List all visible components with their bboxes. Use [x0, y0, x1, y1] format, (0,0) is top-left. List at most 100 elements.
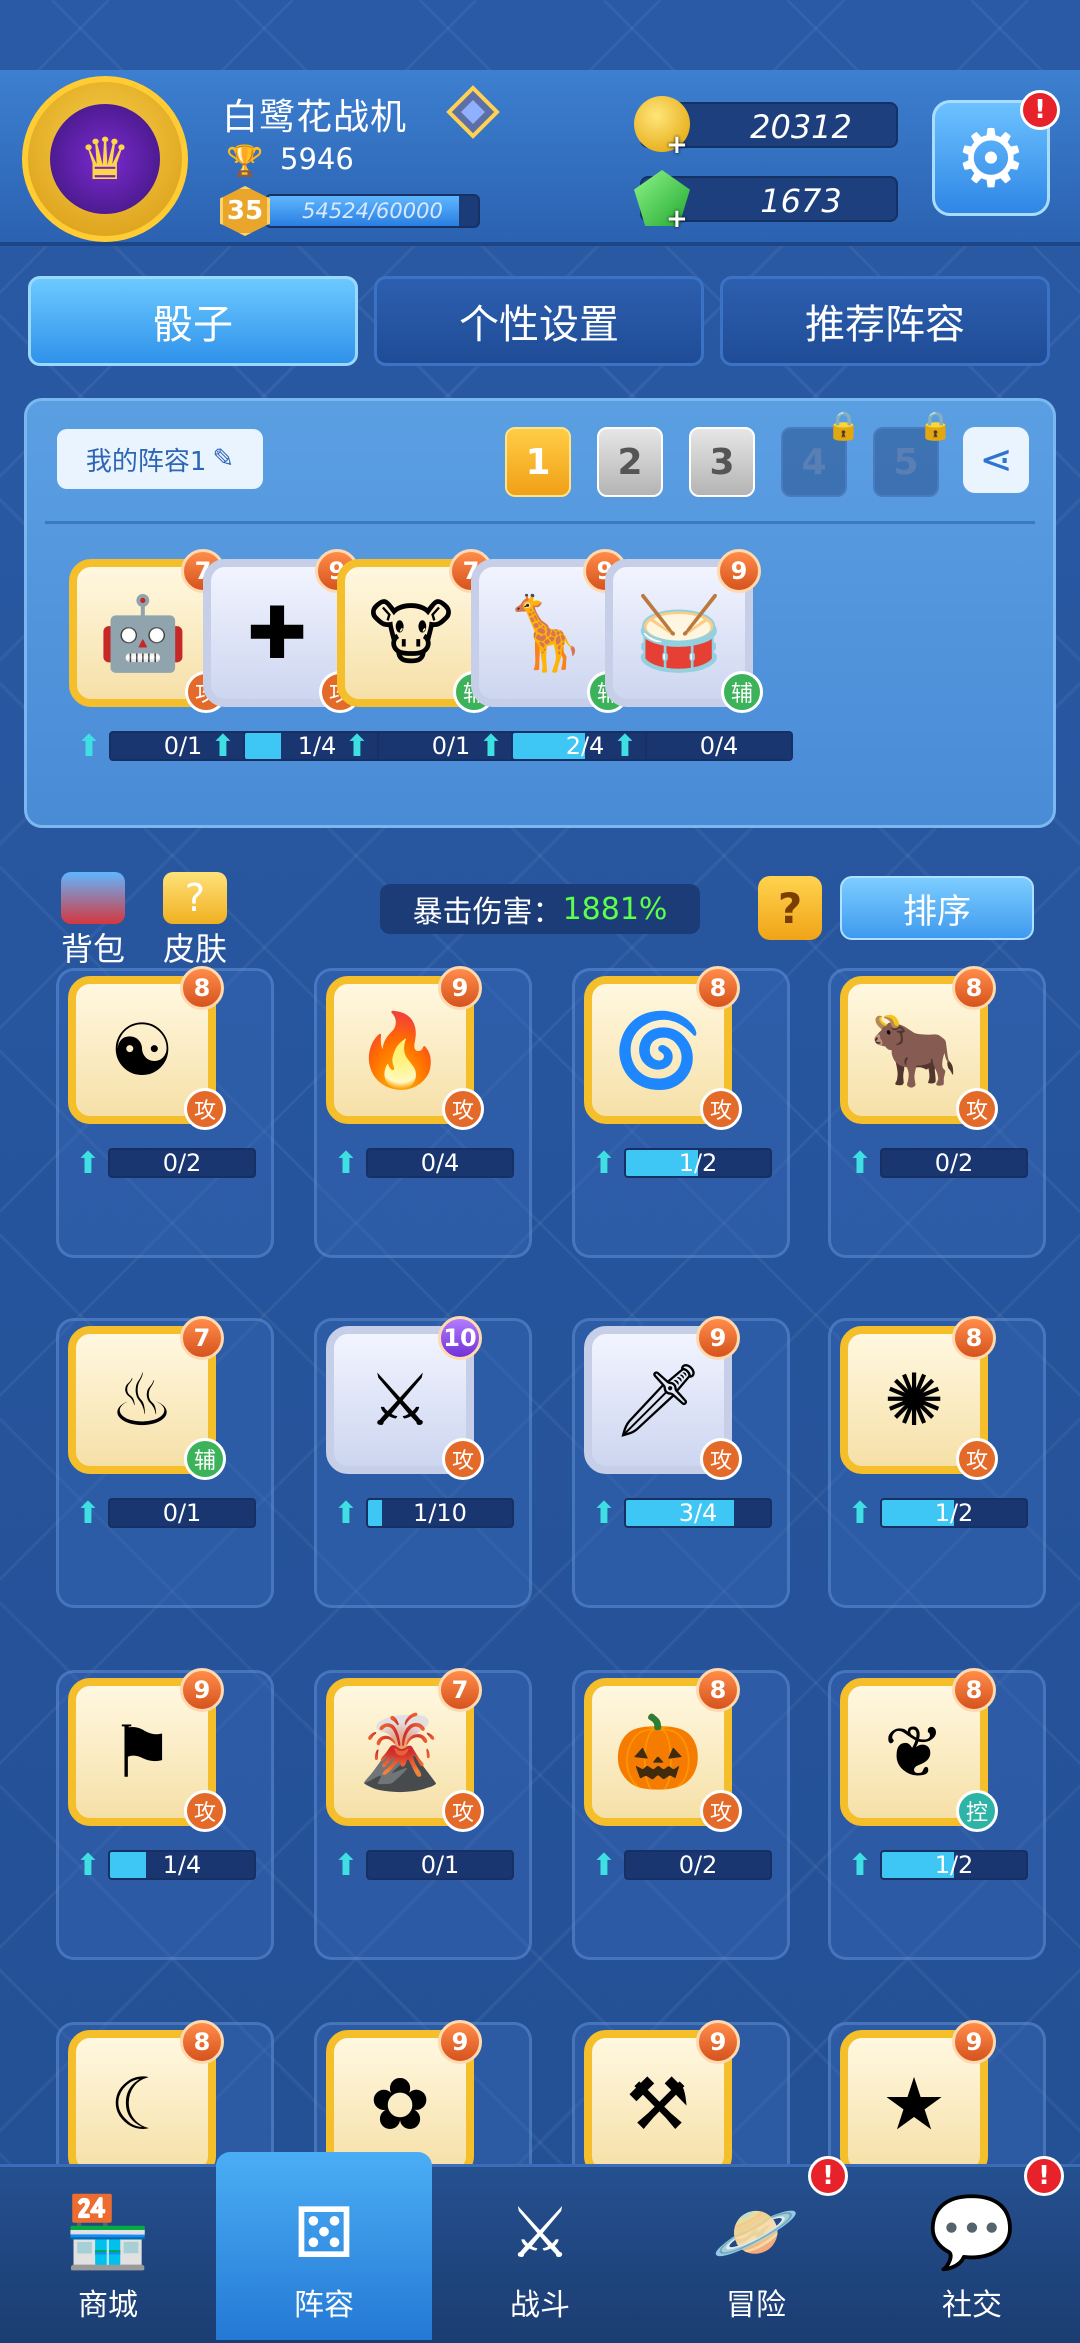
progress-text: 1/2: [934, 1499, 974, 1527]
progress-bar: 0/1: [366, 1850, 514, 1880]
dice-role-badge: 控: [956, 1790, 998, 1832]
dice-level-badge: 8: [952, 966, 996, 1010]
progress-text: 3/4: [678, 1499, 718, 1527]
progress-bar: 0/2: [624, 1850, 772, 1880]
dice-level-badge: 8: [696, 1668, 740, 1712]
upgrade-arrow-icon: ⬆: [591, 1495, 617, 1531]
progress-bar: 0/2: [108, 1148, 256, 1178]
upgrade-arrow-icon: ⬆: [847, 1145, 873, 1181]
dice-level-badge: 10: [438, 1316, 482, 1360]
dice-level-badge: 7: [438, 1668, 482, 1712]
dice-upgrade-progress[interactable]: ⬆ 0/2: [842, 1142, 1028, 1184]
dice-role-badge: 攻: [442, 1438, 484, 1480]
upgrade-arrow-icon: ⬆: [333, 1145, 359, 1181]
progress-text: 1/4: [162, 1851, 202, 1879]
upgrade-arrow-icon: ⬆: [591, 1847, 617, 1883]
crossed-swords-icon: ⚔: [508, 2192, 572, 2274]
progress-text: 1/10: [413, 1499, 467, 1527]
dice-level-badge: 8: [696, 966, 740, 1010]
volcano-icon: 🌋: [355, 1709, 445, 1794]
dice-role-badge: 攻: [442, 1790, 484, 1832]
yin-yang-icon: ☯: [109, 1008, 175, 1092]
altar-icon: ♨: [109, 1358, 175, 1442]
dice-upgrade-progress[interactable]: ⬆ 1/10: [328, 1492, 514, 1534]
dice-upgrade-progress[interactable]: ⬆ 0/2: [70, 1142, 256, 1184]
nav-label: 社交: [942, 2288, 1002, 2323]
thunder-hammer-icon: ⚒: [625, 2062, 691, 2146]
dice-role-badge: 攻: [700, 1088, 742, 1130]
nav-shop[interactable]: 🏪 商城: [0, 2164, 216, 2340]
progress-bar: 0/1: [108, 1498, 256, 1528]
dice-upgrade-progress[interactable]: ⬆ 1/2: [842, 1844, 1028, 1886]
dice-level-badge: 8: [180, 966, 224, 1010]
progress-bar: 1/2: [624, 1148, 772, 1178]
progress-text: 1/2: [934, 1851, 974, 1879]
progress-text: 0/1: [162, 1499, 202, 1527]
dice-role-badge: 攻: [700, 1790, 742, 1832]
dice-collection-grid: ☯ 8 攻 ⬆ 0/2 🔥 9 攻 ⬆ 0/4 🌀 8 攻 ⬆ 1/2 🐂 8 攻 ⬆ 0/2 ♨ 7 辅 ⬆ 0/1 ⚔ 10 攻 ⬆…: [0, 0, 1080, 2164]
dice-level-badge: 9: [952, 2020, 996, 2064]
upgrade-arrow-icon: ⬆: [847, 1495, 873, 1531]
upgrade-arrow-icon: ⬆: [75, 1847, 101, 1883]
progress-bar: 1/4: [108, 1850, 256, 1880]
nav-alert-badge: !: [1024, 2156, 1064, 2196]
dice-role-badge: 攻: [956, 1438, 998, 1480]
dice-upgrade-progress[interactable]: ⬆ 0/1: [328, 1844, 514, 1886]
progress-bar: 0/2: [880, 1148, 1028, 1178]
fire-icon: 🔥: [355, 1007, 445, 1092]
progress-text: 0/4: [420, 1149, 460, 1177]
dice-role-badge: 攻: [442, 1088, 484, 1130]
progress-bar: 1/10: [366, 1498, 514, 1528]
upgrade-arrow-icon: ⬆: [333, 1847, 359, 1883]
nav-dice[interactable]: ⚄ 阵容: [216, 2152, 432, 2340]
shop-icon: 🏪: [64, 2191, 152, 2273]
upgrade-arrow-icon: ⬆: [75, 1145, 101, 1181]
dice-level-badge: 9: [696, 2020, 740, 2064]
ice-sword-icon: 🗡: [612, 1357, 704, 1442]
dice-upgrade-progress[interactable]: ⬆ 3/4: [586, 1492, 772, 1534]
upgrade-arrow-icon: ⬆: [847, 1847, 873, 1883]
progress-text: 0/1: [420, 1851, 460, 1879]
dice-role-badge: 攻: [184, 1790, 226, 1832]
pumpkin-icon: 🎃: [613, 1709, 703, 1794]
sword-burst-icon: ⚔: [367, 1358, 433, 1442]
dice-level-badge: 9: [438, 966, 482, 1010]
dice-level-badge: 9: [180, 1668, 224, 1712]
dice-level-badge: 9: [438, 2020, 482, 2064]
dice-level-badge: 8: [180, 2020, 224, 2064]
progress-text: 0/2: [934, 1149, 974, 1177]
dice-level-badge: 8: [952, 1668, 996, 1712]
chat-icon: 💬: [928, 2191, 1016, 2273]
dice-role-badge: 攻: [956, 1088, 998, 1130]
upgrade-arrow-icon: ⬆: [75, 1495, 101, 1531]
planet-icon: 🪐: [712, 2191, 800, 2273]
cherry-blossom-icon: ✿: [369, 2062, 431, 2146]
progress-bar: 0/4: [366, 1148, 514, 1178]
progress-text: 1/2: [678, 1149, 718, 1177]
progress-text: 0/2: [162, 1149, 202, 1177]
dice-role-badge: 攻: [184, 1088, 226, 1130]
dice-role-badge: 攻: [700, 1438, 742, 1480]
upgrade-arrow-icon: ⬆: [333, 1495, 359, 1531]
progress-bar: 3/4: [624, 1498, 772, 1528]
dice-level-badge: 9: [696, 1316, 740, 1360]
progress-bar: 1/2: [880, 1850, 1028, 1880]
nav-label: 商城: [78, 2288, 138, 2323]
bull-icon: 🐂: [869, 1007, 959, 1092]
whirlpool-icon: 🌀: [613, 1007, 703, 1092]
galaxy-icon: ✺: [883, 1358, 945, 1442]
dice-role-badge: 辅: [184, 1438, 226, 1480]
dice-upgrade-progress[interactable]: ⬆ 1/4: [70, 1844, 256, 1886]
nav-label: 阵容: [294, 2288, 354, 2323]
dice-level-badge: 8: [952, 1316, 996, 1360]
dice-upgrade-progress[interactable]: ⬆ 1/2: [842, 1492, 1028, 1534]
nav-crossed-swords[interactable]: ⚔ 战斗: [432, 2164, 648, 2340]
dice-upgrade-progress[interactable]: ⬆ 1/2: [586, 1142, 772, 1184]
progress-text: 0/2: [678, 1851, 718, 1879]
nav-label: 冒险: [726, 2288, 786, 2323]
dice-upgrade-progress[interactable]: ⬆ 0/1: [70, 1492, 256, 1534]
angel-wings-icon: ❦: [883, 1710, 945, 1794]
star-icon: ★: [881, 2062, 947, 2146]
dice-upgrade-progress[interactable]: ⬆ 0/4: [328, 1142, 514, 1184]
dice-upgrade-progress[interactable]: ⬆ 0/2: [586, 1844, 772, 1886]
